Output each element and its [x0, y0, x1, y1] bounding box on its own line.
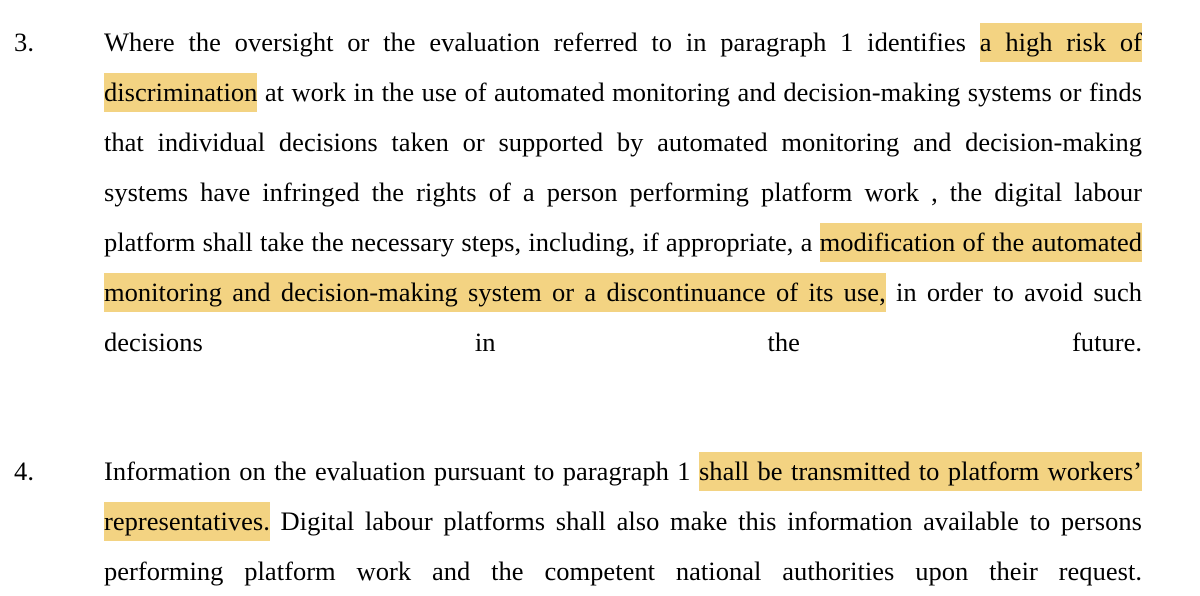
clause-number-3: 3. [14, 27, 35, 57]
clause-number-4: 4. [14, 456, 35, 486]
document-page: 3. Where the oversight or the evaluation… [0, 0, 1200, 596]
clause-item-4: 4. Information on the evaluation pursuan… [0, 417, 1200, 596]
clause-3-segment-plain-1: Where the oversight or the evaluation re… [104, 27, 980, 57]
document-body: 3. Where the oversight or the evaluation… [0, 0, 1200, 596]
clause-text-3: Where the oversight or the evaluation re… [104, 17, 1164, 417]
clause-text-4: Information on the evaluation pursuant t… [104, 446, 1164, 596]
clause-4-segment-plain-1: Information on the evaluation pursuant t… [104, 456, 699, 486]
clause-item-3: 3. Where the oversight or the evaluation… [0, 0, 1200, 417]
